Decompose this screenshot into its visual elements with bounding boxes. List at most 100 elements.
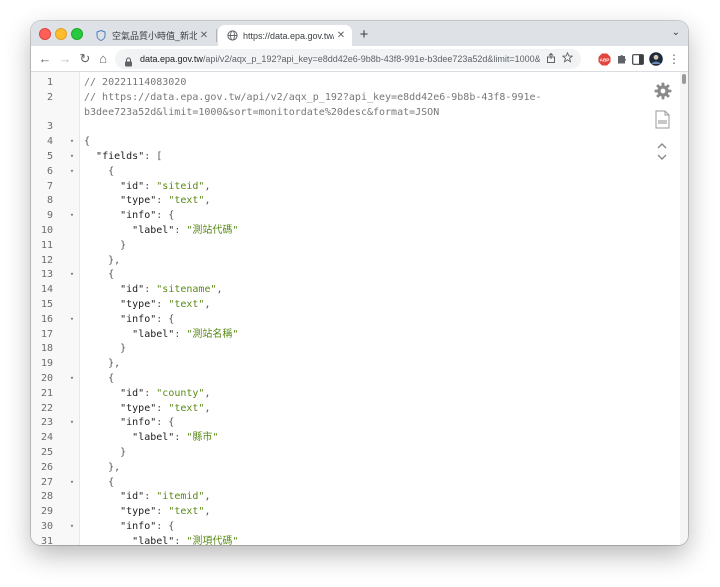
raw-file-icon[interactable] [655,110,670,134]
scrollbar-thumb[interactable] [682,74,686,84]
home-button[interactable]: ⌂ [95,51,111,67]
puzzle-icon[interactable] [616,51,628,67]
fold-toggle-icon[interactable]: ▾ [68,312,76,327]
code-text: "fields": [ [96,151,163,162]
code-text: "info": { [120,417,175,429]
fold-toggle-icon[interactable]: ▾ [68,415,76,430]
fold-toggle-icon[interactable]: ▾ [68,371,76,386]
fold-toggle-icon[interactable]: ▾ [68,134,76,149]
code-line: 7 "id": "siteid", [31,179,688,194]
fold-toggle-icon[interactable]: ▾ [68,267,76,282]
fold-toggle-icon[interactable]: ▾ [68,519,76,534]
star-icon[interactable] [561,51,574,66]
line-number: 1 [46,77,53,88]
code-line: 17 "label": "測站名稱" [31,327,688,342]
code-text: } [84,343,127,355]
gear-icon[interactable] [654,82,672,105]
code-text: "id": "county", [120,387,211,399]
code-text: { [84,136,91,148]
code-text: "type": "text", [120,506,211,518]
fold-toggle-icon[interactable]: ▾ [68,208,76,223]
code-text: }, [84,358,121,370]
code-line: 20 ▾ { [31,371,688,386]
tab-search-button[interactable]: ⌄ [672,27,680,38]
code-text: { [84,476,115,488]
minimize-window-button[interactable] [55,28,67,40]
reload-button[interactable]: ↻ [77,51,93,67]
code-text: "type": "text", [120,299,211,310]
side-panel-icon[interactable] [632,51,644,67]
tab-close-button[interactable]: ✕ [197,30,211,41]
code-line: 2 // https://data.epa.gov.tw/api/v2/aqx_p… [31,90,688,105]
line-number: 11 [40,239,53,251]
line-number: 10 [40,225,53,236]
lock-icon[interactable] [124,54,134,67]
code-line: 8 "type": "text", [31,193,688,208]
line-number: 22 [40,402,53,414]
code-line: 3 [31,119,688,134]
code-text: { [84,269,115,281]
code-text: "type": "text", [120,402,211,414]
more-menu-button[interactable]: ⋮ [668,51,680,67]
line-number: 7 [46,180,53,192]
line-number: 9 [46,210,53,222]
code-text: "label": "測站代碼" [132,225,239,236]
share-icon[interactable] [546,52,556,66]
line-number: 15 [40,299,53,310]
code-text: "info": { [120,313,175,325]
tab-title: https://data.epa.gov.tw/api/v2/ [243,30,334,41]
adblock-button[interactable]: ABP [598,51,611,67]
code-line: 12 }, [31,253,688,268]
fold-toggle-icon[interactable]: ▾ [68,164,76,179]
line-number: 23 [40,417,53,429]
code-text: "label": "縣市" [132,432,219,444]
line-number: 29 [40,506,53,518]
forward-button[interactable]: → [57,51,73,67]
maximize-window-button[interactable] [71,28,83,40]
back-button[interactable]: ← [37,51,53,67]
line-number: 26 [40,461,53,473]
tab-close-button[interactable]: ✕ [334,30,348,41]
line-number: 14 [40,284,53,296]
line-number: 3 [46,121,53,133]
line-number: 4 [46,136,53,148]
avatar-icon[interactable] [649,51,663,67]
address-bar[interactable]: data.epa.gov.tw/api/v2/aqx_p_192?api_key… [115,49,581,69]
close-window-button[interactable] [39,28,51,40]
line-number: 28 [40,491,53,503]
code-text: b3dee723a52d&limit=1000&sort=monitordate… [84,106,440,118]
code-text: "label": "測項代碼" [132,535,239,545]
new-tab-button[interactable]: + [355,26,373,44]
code-text: "id": "itemid", [120,491,211,503]
shield-icon [95,30,107,42]
line-number: 5 [46,151,53,162]
code-line: 16 ▾ "info": { [31,312,688,327]
code-line: 29 "type": "text", [31,504,688,519]
code-line: 18 } [31,341,688,356]
code-line: 10 "label": "測站代碼" [31,223,688,238]
line-number: 12 [40,254,53,266]
fold-toggle-icon[interactable]: ▾ [68,475,76,490]
code-line: 15 "type": "text", [31,297,688,312]
line-number: 17 [40,328,53,340]
code-text: "id": "sitename", [120,284,223,296]
url-text[interactable]: data.epa.gov.tw/api/v2/aqx_p_192?api_key… [140,54,540,64]
line-number: 21 [40,387,53,399]
globe-icon [226,30,238,42]
line-number: 24 [40,432,53,444]
browser-toolbar: ← → ↻ ⌂ data.epa.gov.tw/api/v2/aqx_p_192… [31,46,688,72]
code-line: 11 } [31,238,688,253]
code-line: 26 }, [31,460,688,475]
url-path: /api/v2/aqx_p_192?api_key=e8dd42e6-9b8b-… [202,54,540,64]
tab-separator [216,29,217,42]
line-number: 30 [40,521,53,532]
code-line: 1 // 20221114083020 [31,75,688,90]
tab-air-quality[interactable]: 空氣品質小時值_新北市_新店站 ✕ [87,25,215,46]
chevron-down-icon[interactable] [657,152,667,164]
fold-toggle-icon[interactable]: ▾ [68,149,76,164]
line-number: 25 [40,447,53,458]
tab-api-json[interactable]: https://data.epa.gov.tw/api/v2/ ✕ [218,25,352,46]
code-line: 28 "id": "itemid", [31,489,688,504]
chevron-up-icon[interactable] [657,140,667,152]
scrollbar[interactable] [680,72,688,545]
